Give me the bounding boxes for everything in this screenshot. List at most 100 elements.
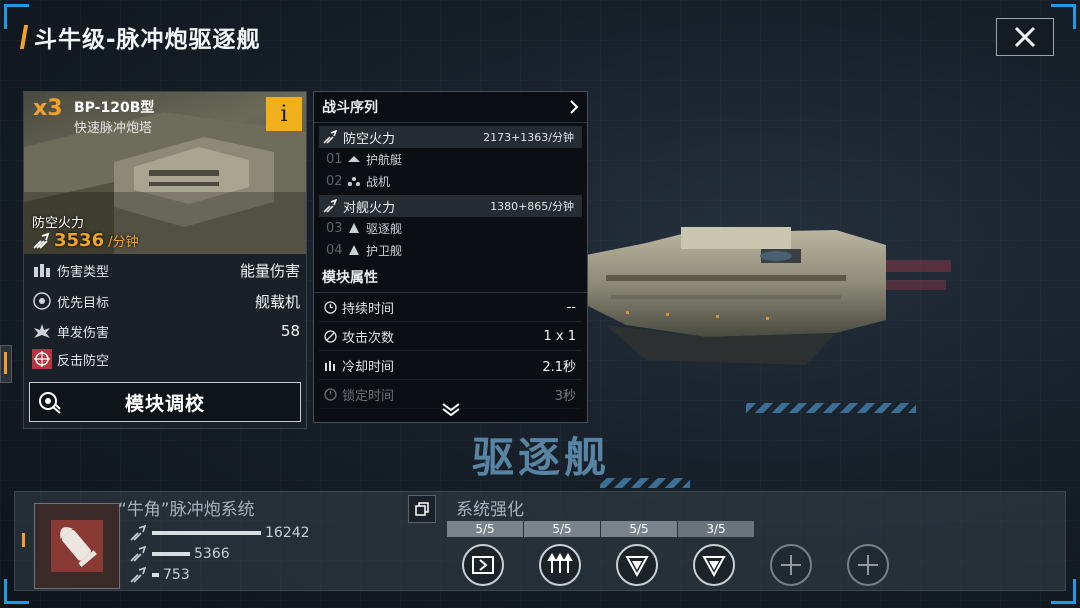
stat-bar: 16242 (130, 524, 310, 542)
tune-icon (36, 389, 62, 419)
module-tune-button[interactable]: 模块调校 (29, 382, 301, 422)
system-marker (22, 533, 25, 547)
target-row: 04 护卫舰 (326, 239, 587, 261)
side-tab[interactable] (0, 345, 12, 383)
target-icon (31, 290, 53, 312)
copy-icon (415, 502, 429, 516)
hud-stripe (746, 403, 916, 413)
aa-label: 防空火力 (32, 216, 85, 231)
target-label: 战机 (366, 174, 391, 189)
combat-header[interactable]: 战斗序列 (314, 92, 587, 123)
copy-button[interactable] (408, 495, 436, 523)
hud-stripe (600, 478, 690, 488)
target-order: 03 (326, 220, 343, 236)
cooldown-icon (324, 359, 342, 372)
target-row: 01 护航艇 (326, 148, 587, 170)
escort-icon (348, 154, 366, 164)
stat-label: 伤害类型 (57, 264, 110, 280)
clock-icon (324, 300, 342, 314)
fighter-icon (348, 176, 366, 186)
stat-bar: 5366 (130, 545, 230, 563)
section-label: 防空火力 (343, 131, 396, 147)
attr-attack-count: 攻击次数 1 x 1 (319, 322, 582, 351)
section-value: 2173+1363/分钟 (483, 131, 574, 144)
system-title: “牛角”脉冲炮系统 (118, 500, 255, 520)
enhance-level: 3/5 (678, 521, 754, 537)
stat-value: 舰载机 (254, 292, 300, 311)
page-title: 斗牛级-脉冲炮驱逐舰 (34, 27, 261, 53)
attr-value: 1 x 1 (543, 328, 577, 344)
target-row: 02 战机 (326, 170, 587, 192)
attr-label: 冷却时间 (342, 359, 395, 375)
frame-corner (1051, 4, 1076, 29)
enhance-slot: 5/5 (601, 521, 677, 587)
triple-arrow-icon[interactable] (538, 543, 582, 587)
enhance-level: 5/5 (524, 521, 600, 537)
frigate-icon (348, 245, 366, 255)
weapon-name: BP-120B型 (74, 100, 155, 116)
enhance-slot: 5/5 (447, 521, 523, 587)
weapon-subtitle: 快速脉冲炮塔 (74, 121, 153, 136)
enhance-level: 5/5 (601, 521, 677, 537)
stat-bar-fill (152, 531, 261, 535)
section-anti-ship: 对舰火力 1380+865/分钟 (319, 195, 582, 217)
stat-bar-value: 16242 (265, 525, 310, 541)
target-label: 护卫舰 (366, 243, 403, 258)
stat-bar-value: 753 (163, 567, 190, 583)
anti-air-icon (33, 232, 50, 249)
plus-lock-icon[interactable] (846, 543, 890, 587)
burst-icon (31, 320, 53, 342)
stat-counter-aa: 反击防空 (24, 346, 306, 372)
stat-priority-target: 优先目标 舰载机 (24, 288, 306, 314)
attr-duration: 持续时间 -- (319, 293, 582, 322)
chevron-right-icon (570, 100, 579, 114)
anti-ship-icon (323, 199, 343, 213)
info-button[interactable]: i (266, 97, 302, 131)
stat-label: 单发伤害 (57, 325, 110, 341)
shield-emblem-icon[interactable] (692, 543, 736, 587)
enhance-slot: 3/5 (678, 521, 754, 587)
weapon-count: x3 (33, 96, 63, 121)
target-order: 02 (326, 173, 343, 189)
close-button[interactable] (996, 18, 1054, 56)
title-bar: 斗牛级-脉冲炮驱逐舰 (19, 20, 261, 54)
attr-value: 3秒 (554, 388, 576, 404)
lock-clock-icon (324, 387, 342, 401)
aa-number: 3536 (54, 230, 105, 251)
weapon-card: x3 BP-120B型 快速脉冲炮塔 i 防空火力 3536/分钟 伤害类型 能… (23, 91, 307, 429)
target-order: 01 (326, 151, 343, 167)
combat-panel: 战斗序列 防空火力 2173+1363/分钟 01 护航艇 02 战机 对舰火力… (313, 91, 588, 423)
destroyer-icon (348, 223, 366, 233)
module-slot-icon[interactable] (461, 543, 505, 587)
attack-count-icon (324, 329, 342, 343)
enhance-slot: 5/5 (524, 521, 600, 587)
enhance-slot (832, 521, 908, 587)
section-value: 1380+865/分钟 (490, 200, 574, 213)
target-label: 驱逐舰 (366, 221, 403, 236)
stat-bar-fill (152, 573, 159, 577)
combat-header-label: 战斗序列 (322, 100, 378, 116)
stat-damage-type: 伤害类型 能量伤害 (24, 257, 306, 283)
stat-label: 优先目标 (57, 295, 110, 311)
stat-bar-value: 5366 (194, 546, 230, 562)
damage-type-icon (31, 259, 53, 281)
system-panel: “牛角”脉冲炮系统 系统强化 16242 5366 753 5/5 5/5 5/5 3… (14, 491, 1066, 591)
chevron-down-icon[interactable] (441, 402, 461, 416)
counter-aa-icon (31, 348, 53, 370)
ammo-shell-icon (51, 520, 103, 572)
attr-label: 攻击次数 (342, 330, 395, 346)
side-tab-marker (4, 352, 7, 374)
ship-class-label: 驱逐舰 (472, 433, 611, 482)
stat-value: 能量伤害 (239, 261, 300, 280)
stat-value: 58 (280, 322, 300, 340)
plus-lock-icon[interactable] (769, 543, 813, 587)
module-attrs-header: 模块属性 (314, 261, 587, 293)
shield-emblem-icon[interactable] (615, 543, 659, 587)
ship-model (586, 227, 951, 365)
aa-unit: /分钟 (108, 235, 139, 250)
stat-bar: 753 (130, 566, 190, 584)
system-icon-box[interactable] (34, 503, 120, 589)
section-anti-air: 防空火力 2173+1363/分钟 (319, 126, 582, 148)
anti-air-icon (323, 130, 343, 144)
target-row: 03 驱逐舰 (326, 217, 587, 239)
